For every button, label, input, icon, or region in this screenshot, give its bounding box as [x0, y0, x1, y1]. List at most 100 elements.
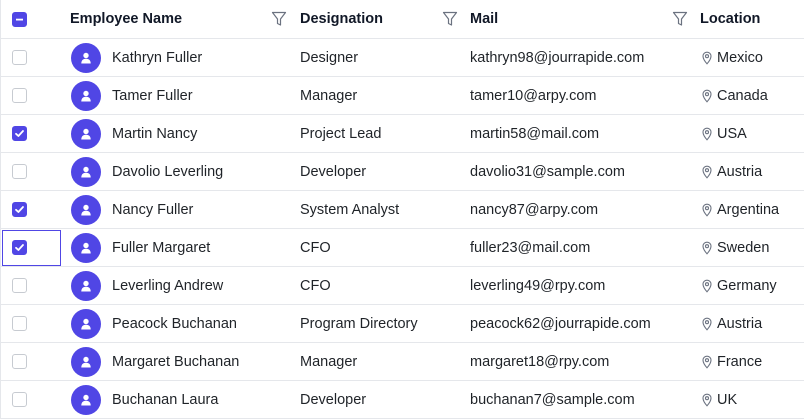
location-cell: Sweden: [689, 229, 804, 266]
row-checkbox-cell[interactable]: [1, 267, 37, 304]
mail: margaret18@rpy.com: [470, 353, 610, 370]
designation: Developer: [300, 163, 367, 180]
row-checkbox[interactable]: [11, 88, 27, 103]
location: USA: [717, 125, 747, 142]
location: Argentina: [717, 201, 780, 218]
mail-cell: tamer10@arpy.com: [459, 77, 689, 114]
mail-cell: peacock62@jourrapide.com: [459, 305, 689, 342]
user-icon: [71, 42, 101, 73]
row-checkbox[interactable]: [11, 202, 27, 217]
employee-name-cell: Peacock Buchanan: [59, 305, 289, 342]
filter-icon[interactable]: [271, 10, 287, 28]
row-checkbox-cell[interactable]: [1, 115, 37, 152]
filter-icon[interactable]: [672, 10, 688, 28]
designation: CFO: [300, 277, 331, 294]
employee-name: Fuller Margaret: [112, 239, 211, 256]
row-checkbox[interactable]: [11, 164, 27, 179]
table-row[interactable]: Kathryn Fuller Designer kathryn98@jourra…: [1, 39, 804, 77]
map-pin-icon: [702, 127, 712, 141]
location: Mexico: [717, 49, 763, 66]
employee-name-cell: Nancy Fuller: [59, 191, 289, 228]
employee-name: Tamer Fuller: [112, 87, 193, 104]
employee-name-cell: Tamer Fuller: [59, 77, 289, 114]
table-row[interactable]: Davolio Leverling Developer davolio31@sa…: [1, 153, 804, 191]
row-checkbox[interactable]: [11, 278, 27, 293]
table-row[interactable]: Fuller Margaret CFO fuller23@mail.com Sw…: [1, 229, 804, 267]
location-cell: Austria: [689, 153, 804, 190]
table-row[interactable]: Buchanan Laura Developer buchanan7@sampl…: [1, 381, 804, 419]
user-icon: [71, 346, 101, 377]
table-row[interactable]: Peacock Buchanan Program Directory peaco…: [1, 305, 804, 343]
designation: Project Lead: [300, 125, 382, 142]
header-mail[interactable]: Mail: [459, 0, 689, 38]
row-checkbox[interactable]: [11, 126, 27, 141]
header-location[interactable]: Location: [689, 0, 804, 38]
designation-cell: System Analyst: [289, 191, 459, 228]
table-row[interactable]: Leverling Andrew CFO leverling49@rpy.com…: [1, 267, 804, 305]
mail-cell: nancy87@arpy.com: [459, 191, 689, 228]
employee-name-cell: Martin Nancy: [59, 115, 289, 152]
designation: CFO: [300, 239, 331, 256]
mail-cell: leverling49@rpy.com: [459, 267, 689, 304]
employee-name: Buchanan Laura: [112, 391, 219, 408]
location: Sweden: [717, 239, 770, 256]
designation-cell: Project Lead: [289, 115, 459, 152]
employee-name: Kathryn Fuller: [112, 49, 203, 66]
mail: tamer10@arpy.com: [470, 87, 597, 104]
row-checkbox-cell[interactable]: [1, 229, 37, 266]
row-checkbox[interactable]: [11, 50, 27, 65]
mail-cell: fuller23@mail.com: [459, 229, 689, 266]
location: France: [717, 353, 763, 370]
table-row[interactable]: Martin Nancy Project Lead martin58@mail.…: [1, 115, 804, 153]
row-checkbox-cell[interactable]: [1, 191, 37, 228]
row-checkbox-cell[interactable]: [1, 39, 37, 76]
header-employee-name[interactable]: Employee Name: [59, 0, 289, 38]
map-pin-icon: [702, 241, 712, 255]
mail: leverling49@rpy.com: [470, 277, 606, 294]
employee-name-cell: Davolio Leverling: [59, 153, 289, 190]
mail-cell: martin58@mail.com: [459, 115, 689, 152]
table-row[interactable]: Nancy Fuller System Analyst nancy87@arpy…: [1, 191, 804, 229]
header-designation[interactable]: Designation: [289, 0, 459, 38]
designation-cell: Program Directory: [289, 305, 459, 342]
mail-cell: buchanan7@sample.com: [459, 381, 689, 418]
designation: System Analyst: [300, 201, 400, 218]
employee-grid: Employee Name Designation Mail Location …: [0, 0, 804, 419]
mail: nancy87@arpy.com: [470, 201, 599, 218]
filter-icon[interactable]: [442, 10, 458, 28]
select-all-checkbox[interactable]: [11, 11, 27, 27]
row-checkbox-cell[interactable]: [1, 381, 37, 418]
location-cell: France: [689, 343, 804, 380]
user-icon: [71, 232, 101, 263]
table-row[interactable]: Margaret Buchanan Manager margaret18@rpy…: [1, 343, 804, 381]
employee-name: Peacock Buchanan: [112, 315, 237, 332]
row-checkbox-cell[interactable]: [1, 305, 37, 342]
designation-cell: Designer: [289, 39, 459, 76]
mail: buchanan7@sample.com: [470, 391, 635, 408]
row-checkbox[interactable]: [11, 354, 27, 369]
row-checkbox-cell[interactable]: [1, 343, 37, 380]
map-pin-icon: [702, 51, 712, 65]
designation-cell: Manager: [289, 343, 459, 380]
row-checkbox[interactable]: [11, 240, 27, 255]
map-pin-icon: [702, 355, 712, 369]
location-cell: Mexico: [689, 39, 804, 76]
header-checkbox-cell[interactable]: [1, 0, 37, 38]
designation: Program Directory: [300, 315, 418, 332]
employee-name: Martin Nancy: [112, 125, 198, 142]
check-icon: [14, 244, 24, 251]
employee-name: Margaret Buchanan: [112, 353, 240, 370]
row-checkbox[interactable]: [11, 392, 27, 407]
row-checkbox-cell[interactable]: [1, 77, 37, 114]
row-checkbox[interactable]: [11, 316, 27, 331]
table-row[interactable]: Tamer Fuller Manager tamer10@arpy.com Ca…: [1, 77, 804, 115]
row-checkbox-cell[interactable]: [1, 153, 37, 190]
map-pin-icon: [702, 317, 712, 331]
location-cell: USA: [689, 115, 804, 152]
designation: Designer: [300, 49, 359, 66]
user-icon: [71, 156, 101, 187]
employee-name-cell: Kathryn Fuller: [59, 39, 289, 76]
map-pin-icon: [702, 165, 712, 179]
employee-name-cell: Buchanan Laura: [59, 381, 289, 418]
mail-cell: davolio31@sample.com: [459, 153, 689, 190]
